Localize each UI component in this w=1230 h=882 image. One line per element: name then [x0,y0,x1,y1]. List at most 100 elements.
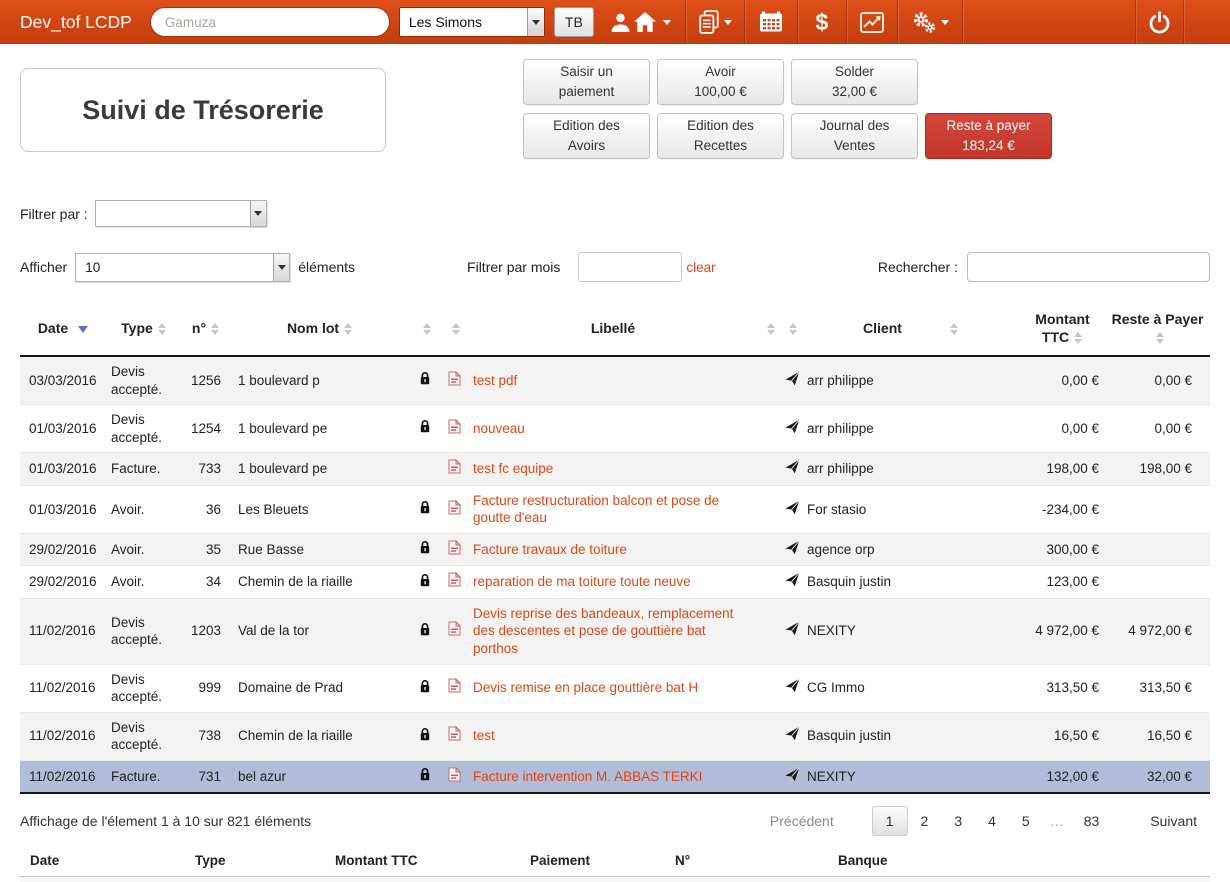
cell-lock[interactable] [410,453,440,486]
reste-a-payer-button[interactable]: Reste à payer183,24 € [925,113,1052,159]
cell-pdf[interactable] [440,664,468,712]
cell-send[interactable] [780,712,802,760]
cell-pdf[interactable] [440,356,468,405]
cell-send[interactable] [780,664,802,712]
pagination-page-5[interactable]: 5 [1009,807,1043,835]
calendar-button[interactable] [745,0,797,44]
lock-icon[interactable] [419,624,431,639]
pdf-icon[interactable] [448,681,461,696]
table-row[interactable]: 29/02/2016 Avoir. 34 Chemin de la riaill… [20,566,1210,599]
saisir-paiement-button[interactable]: Saisir unpaiement [523,59,650,105]
clear-link[interactable]: clear [686,260,715,275]
col-header-pdf[interactable] [440,302,468,356]
pdf-icon[interactable] [448,575,461,590]
cell-send[interactable] [780,566,802,599]
lock-icon[interactable] [419,769,431,784]
table-row[interactable]: 11/02/2016 Facture. 731 bel azur Facture… [20,760,1210,793]
cell-lock[interactable] [410,566,440,599]
send-icon[interactable] [785,503,800,518]
cell-lock[interactable] [410,405,440,453]
table-row[interactable]: 03/03/2016 Devis accepté. 1256 1 bouleva… [20,356,1210,405]
journal-ventes-button[interactable]: Journal desVentes [791,113,918,159]
send-icon[interactable] [785,575,800,590]
cell-pdf[interactable] [440,453,468,486]
cell-pdf[interactable] [440,712,468,760]
libelle-link[interactable]: Devis reprise des bandeaux, remplacement… [473,606,733,656]
libelle-link[interactable]: test fc equipe [473,461,553,476]
col-header-extra[interactable] [758,302,780,356]
select-dropdown-button[interactable] [273,254,289,281]
payments-button[interactable]: $ [798,0,846,44]
lock-icon[interactable] [419,542,431,557]
libelle-link[interactable]: test [473,728,495,743]
settings-menu[interactable] [898,0,962,44]
tb-button[interactable]: TB [554,7,594,37]
pdf-icon[interactable] [448,729,461,744]
cell-send[interactable] [780,405,802,453]
col-header-send[interactable] [780,302,802,356]
cell-lock[interactable] [410,760,440,793]
cell-send[interactable] [780,533,802,566]
pdf-icon[interactable] [448,462,461,477]
cell-pdf[interactable] [440,598,468,664]
table-row[interactable]: 29/02/2016 Avoir. 35 Rue Basse Facture t… [20,533,1210,566]
libelle-link[interactable]: Facture intervention M. ABBAS TERKI [473,769,702,784]
lock-icon[interactable] [419,421,431,436]
col-header-type[interactable]: Type [106,302,182,356]
pagination-page-1[interactable]: 1 [872,806,908,836]
pagination-page-83[interactable]: 83 [1071,807,1113,835]
libelle-link[interactable]: test pdf [473,373,517,388]
col-header-client[interactable]: Client [802,302,1020,356]
pdf-icon[interactable] [448,503,461,518]
col-header-montant[interactable]: Montant TTC [1020,302,1105,356]
documents-menu[interactable] [686,0,744,44]
col-header-lot[interactable]: Nom lot [230,302,410,356]
libelle-link[interactable]: Devis remise en place gouttière bat H [473,680,698,695]
cell-lock[interactable] [410,356,440,405]
pagination-page-3[interactable]: 3 [941,807,975,835]
lock-icon[interactable] [419,502,431,517]
libelle-link[interactable]: nouveau [473,421,525,436]
navbar-search-input[interactable] [150,7,390,37]
lock-icon[interactable] [419,729,431,744]
cell-pdf[interactable] [440,405,468,453]
table-row[interactable]: 11/02/2016 Devis accepté. 999 Domaine de… [20,664,1210,712]
account-select[interactable]: Les Simons [399,7,545,37]
libelle-link[interactable]: Facture restructuration balcon et pose d… [473,493,719,526]
cell-lock[interactable] [410,533,440,566]
lock-icon[interactable] [419,575,431,590]
pagination-next[interactable]: Suivant [1137,807,1210,835]
cell-send[interactable] [780,760,802,793]
send-icon[interactable] [785,770,800,785]
send-icon[interactable] [785,543,800,558]
payment-row[interactable]: 04/03/2016paiement100,00 €Chèque12345678… [20,877,1210,882]
table-row[interactable]: 01/03/2016 Facture. 733 1 boulevard pe t… [20,453,1210,486]
cell-send[interactable] [780,356,802,405]
pagination-prev[interactable]: Précédent [757,807,847,835]
cell-lock[interactable] [410,485,440,533]
send-icon[interactable] [785,729,800,744]
cell-send[interactable] [780,598,802,664]
table-row[interactable]: 01/03/2016 Devis accepté. 1254 1 bouleva… [20,405,1210,453]
pdf-icon[interactable] [448,422,461,437]
cell-send[interactable] [780,485,802,533]
table-row[interactable]: 01/03/2016 Avoir. 36 Les Bleuets Facture… [20,485,1210,533]
solder-button[interactable]: Solder32,00 € [791,59,918,105]
cell-send[interactable] [780,453,802,486]
stats-button[interactable] [847,0,897,44]
avoir-button[interactable]: Avoir100,00 € [657,59,784,105]
send-icon[interactable] [785,681,800,696]
col-header-libelle[interactable]: Libellé [468,302,758,356]
libelle-link[interactable]: reparation de ma toiture toute neuve [473,574,691,589]
pdf-icon[interactable] [448,374,461,389]
col-header-num[interactable]: n° [182,302,230,356]
cell-pdf[interactable] [440,566,468,599]
col-header-date[interactable]: Date [20,302,106,356]
libelle-link[interactable]: Facture travaux de toiture [473,542,627,557]
pdf-icon[interactable] [448,624,461,639]
pdf-icon[interactable] [448,770,461,785]
logout-button[interactable] [1136,0,1183,44]
pagination-page-4[interactable]: 4 [975,807,1009,835]
edition-recettes-button[interactable]: Edition desRecettes [657,113,784,159]
page-length-select[interactable]: 10 [75,253,290,282]
